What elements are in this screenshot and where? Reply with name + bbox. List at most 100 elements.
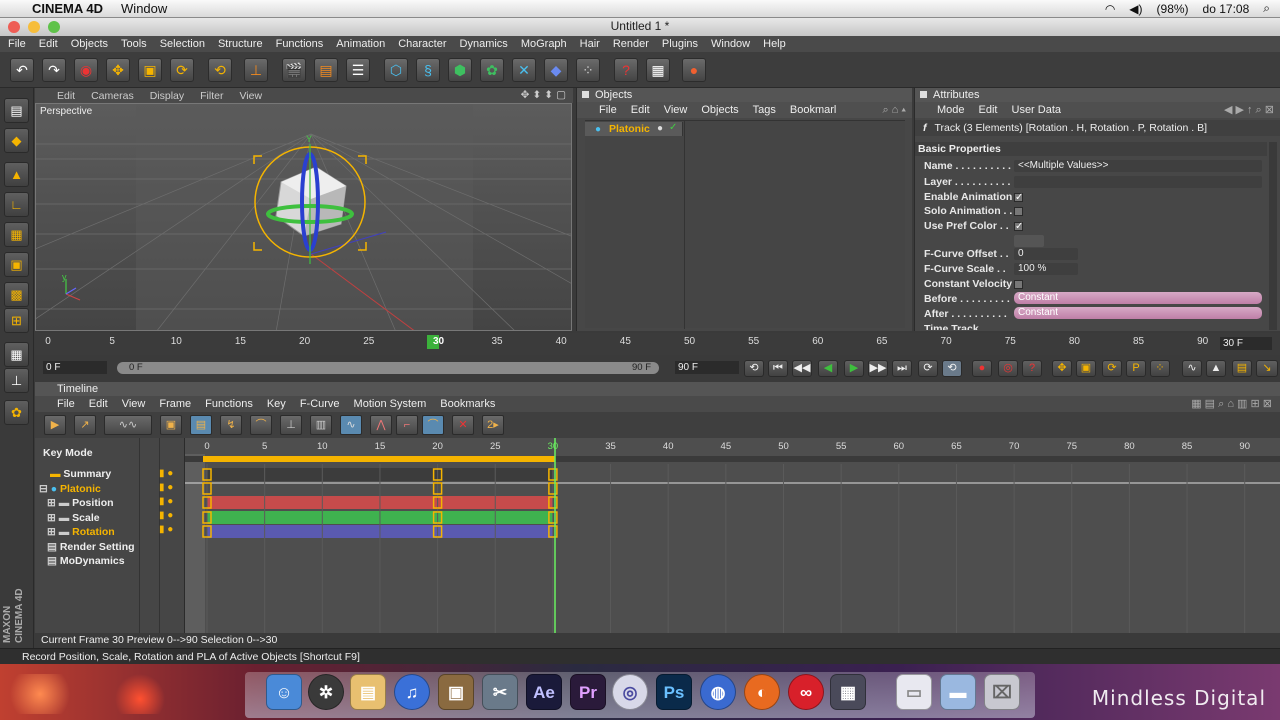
cinema4d-icon[interactable]: ◎ (612, 674, 648, 710)
lastfm-icon[interactable]: ∞ (788, 674, 824, 710)
preview-icon[interactable]: ✂ (482, 674, 518, 710)
texture-mode-icon[interactable]: ▣ (4, 252, 29, 277)
show-all-icon[interactable]: ▣ (160, 415, 182, 435)
ease-interp-icon[interactable]: ⌒ (422, 415, 444, 435)
menu-file[interactable]: File (8, 38, 26, 50)
undo-icon[interactable]: ↶ (10, 58, 34, 82)
cube-icon[interactable]: ⬡ (384, 58, 408, 82)
objects-menu-file[interactable]: File (599, 104, 617, 116)
objects-menu-view[interactable]: View (664, 104, 688, 116)
snap-keys-icon[interactable]: ⌒ (250, 415, 272, 435)
viewport-menu-cameras[interactable]: Cameras (91, 90, 134, 102)
spotlight-icon[interactable]: ⌕ (1263, 1, 1270, 16)
refresh-icon[interactable]: ⟳ (918, 360, 938, 377)
end-frame-field[interactable]: 90 F (675, 361, 739, 374)
objects-search-icon[interactable]: ⌕ ⌂ ▴ (882, 104, 906, 117)
objects-menu-bookmarks[interactable]: Bookmarl (790, 104, 836, 116)
trash-icon[interactable]: ⌧ (984, 674, 1020, 710)
step-interp-icon[interactable]: ⌐ (396, 415, 418, 435)
loop-mode-icon[interactable]: ⟲ (942, 360, 962, 377)
attributes-menu-user-data[interactable]: User Data (1012, 104, 1062, 116)
track-summary[interactable]: ▬ Summary (50, 467, 111, 481)
window-menu[interactable]: Window (121, 1, 167, 16)
track-position[interactable]: ⊞ ▬ Position (47, 496, 114, 510)
enabled-check-icon[interactable]: ✓ (669, 122, 677, 133)
time-ruler[interactable]: 0 5 10 15 20 25 35 40 45 50 55 60 65 70 75 80 85 90 30 30… (35, 333, 1280, 355)
track-platonic[interactable]: ⊟ ● Platonic (39, 482, 101, 496)
automatic-mode-icon[interactable]: ▤ (190, 415, 212, 435)
attributes-menu-mode[interactable]: Mode (937, 104, 965, 116)
spline-interp-icon[interactable]: ∿ (340, 415, 362, 435)
record-scale-icon[interactable]: ▣ (1076, 360, 1096, 377)
render-sphere-icon[interactable]: ● (682, 58, 706, 82)
nurbs-icon[interactable]: ⬢ (448, 58, 472, 82)
volume-icon[interactable]: ◀) (1129, 2, 1142, 16)
redo-icon[interactable]: ↷ (42, 58, 66, 82)
render-view-icon[interactable]: 🎬 (282, 58, 306, 82)
menu-dynamics[interactable]: Dynamics (460, 38, 508, 50)
menu-character[interactable]: Character (398, 38, 446, 50)
notes-icon[interactable]: ▤ (350, 674, 386, 710)
fcurve-mode-icon[interactable]: ↗ (74, 415, 96, 435)
globe-icon[interactable]: ◍ (700, 674, 736, 710)
axis-mode-icon[interactable]: ⊞ (4, 308, 29, 333)
objects-menu-objects[interactable]: Objects (701, 104, 738, 116)
timeline-menu-view[interactable]: View (122, 398, 146, 410)
zoom-window-button[interactable] (48, 21, 60, 33)
app-menu[interactable]: CINEMA 4D (32, 1, 103, 16)
motion-mode-icon[interactable]: ∿∿ (104, 415, 152, 435)
rotate-icon[interactable]: ⟳ (170, 58, 194, 82)
linear-interp-icon[interactable]: ⋀ (370, 415, 392, 435)
firefox-icon[interactable]: ◐ (744, 674, 780, 710)
constant-velocity-checkbox[interactable] (1014, 280, 1023, 289)
timeline-menu-bookmarks[interactable]: Bookmarks (440, 398, 495, 410)
documents-icon[interactable]: ▭ (896, 674, 932, 710)
after-effects-icon[interactable]: Ae (526, 674, 562, 710)
play-forwards-icon[interactable]: ▶ (844, 360, 864, 377)
frame-display-field[interactable]: 30 F (1220, 337, 1272, 350)
object-name[interactable]: Platonic (609, 123, 650, 135)
timeline-menu-frame[interactable]: Frame (159, 398, 191, 410)
previous-key-icon[interactable]: ◀◀ (792, 360, 812, 377)
solo-animation-checkbox[interactable] (1014, 207, 1023, 216)
visibility-dot-icon[interactable]: ● (657, 123, 663, 134)
particle-icon[interactable]: ⁘ (576, 58, 600, 82)
menu-functions[interactable]: Functions (276, 38, 324, 50)
menu-structure[interactable]: Structure (218, 38, 263, 50)
finder-icon[interactable]: ☺ (266, 674, 302, 710)
minimize-window-button[interactable] (28, 21, 40, 33)
recent-tools-icon[interactable]: ⟲ (208, 58, 232, 82)
scale-icon[interactable]: ▣ (138, 58, 162, 82)
before-dropdown[interactable]: Constant (1014, 292, 1262, 304)
objects-menu-tags[interactable]: Tags (753, 104, 776, 116)
color-swatch[interactable] (1014, 235, 1044, 247)
move-icon[interactable]: ✥ (106, 58, 130, 82)
menu-plugins[interactable]: Plugins (662, 38, 698, 50)
points-mode-icon[interactable]: ▲ (4, 162, 29, 187)
coordinate-system-icon[interactable]: ⊥ (244, 58, 268, 82)
layer-icon[interactable]: ✿ (4, 400, 29, 425)
menu-edit[interactable]: Edit (39, 38, 58, 50)
itunes-icon[interactable]: ♫ (394, 674, 430, 710)
use-pref-color-checkbox[interactable]: ✓ (1014, 222, 1023, 232)
viewport-nav-icons[interactable]: ✥⬍⬍▢ (521, 89, 569, 101)
make-editable-icon[interactable]: ▤ (4, 98, 29, 123)
viewport-menu-edit[interactable]: Edit (57, 90, 75, 102)
battery-status[interactable]: (98%) (1157, 2, 1189, 16)
folder-icon[interactable]: ▬ (940, 674, 976, 710)
keyframe-selection-icon[interactable]: ? (1022, 360, 1042, 377)
record-active-objects-icon[interactable]: ● (972, 360, 992, 377)
timeline-menu-key[interactable]: Key (267, 398, 286, 410)
polygons-mode-icon[interactable]: ▦ (4, 222, 29, 247)
timeline-menu-functions[interactable]: Functions (205, 398, 253, 410)
photoshop-icon[interactable]: Ps (656, 674, 692, 710)
menu-animation[interactable]: Animation (336, 38, 385, 50)
perspective-viewport[interactable]: y Y Perspective (35, 103, 572, 331)
attributes-menu-edit[interactable]: Edit (979, 104, 998, 116)
render-settings-icon[interactable]: ☰ (346, 58, 370, 82)
start-frame-field[interactable]: 0 F (43, 361, 107, 374)
track-render-setting[interactable]: ▤ Render Setting (47, 540, 135, 554)
interpolation-icon[interactable]: ∿ (1182, 360, 1202, 377)
after-dropdown[interactable]: Constant (1014, 307, 1262, 319)
key-mode-icon[interactable]: ▶ (44, 415, 66, 435)
